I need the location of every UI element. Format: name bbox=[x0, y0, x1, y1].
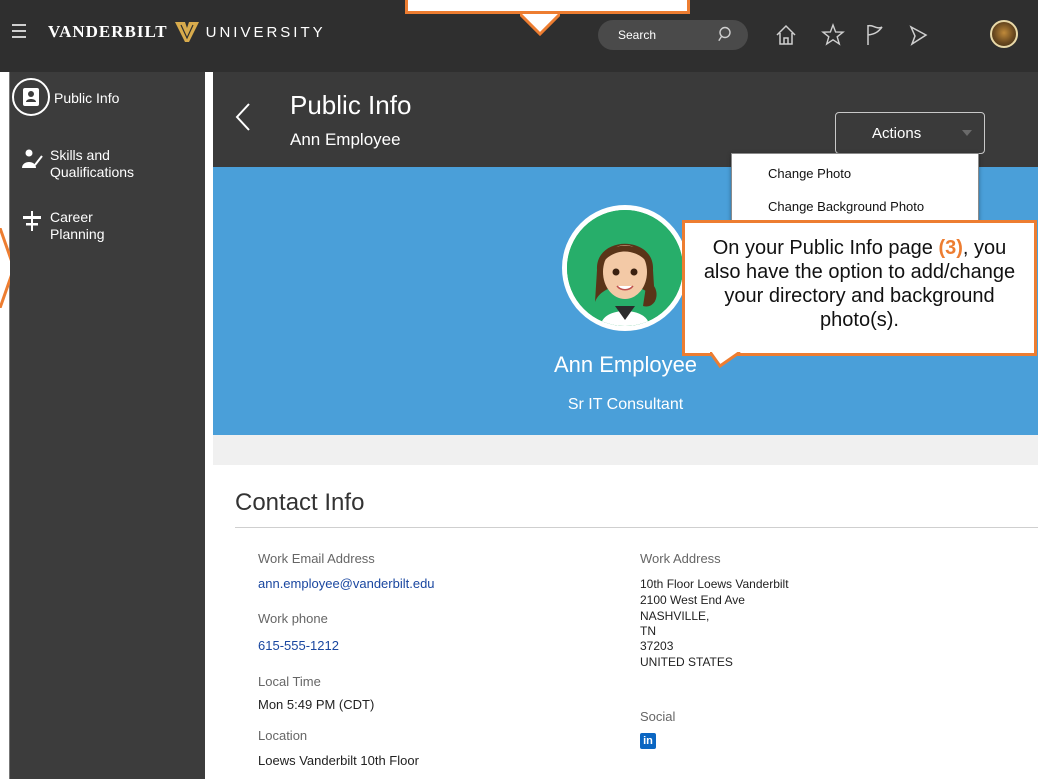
sidebar-item-career[interactable]: Career Planning bbox=[10, 209, 130, 243]
callout-step-number: (3) bbox=[938, 237, 963, 259]
search-icon[interactable] bbox=[718, 26, 734, 42]
section-gap bbox=[213, 435, 1038, 465]
sidebar-item-label: Public Info bbox=[54, 90, 120, 106]
search-placeholder: Search bbox=[618, 28, 657, 42]
sidebar-item-label: Skills and Qualifications bbox=[50, 147, 135, 180]
social-label: Social bbox=[640, 709, 676, 724]
user-avatar[interactable] bbox=[990, 20, 1018, 48]
callout-pointer-icon bbox=[520, 14, 560, 36]
sidebar-item-skills[interactable]: Skills and Qualifications bbox=[10, 147, 140, 181]
signpost-icon bbox=[23, 211, 41, 231]
home-icon[interactable] bbox=[773, 22, 799, 48]
work-phone-label: Work phone bbox=[258, 611, 328, 626]
menu-item-change-photo[interactable]: Change Photo bbox=[768, 166, 851, 181]
instruction-callout: On your Public Info page (3), you also h… bbox=[682, 220, 1037, 356]
work-address-label: Work Address bbox=[640, 551, 721, 566]
callout-tail-icon bbox=[710, 352, 741, 368]
address-line: NASHVILLE, bbox=[640, 609, 710, 623]
actions-dropdown-menu: Change Photo Change Background Photo bbox=[731, 153, 979, 223]
divider bbox=[235, 527, 1038, 528]
location-value: Loews Vanderbilt 10th Floor bbox=[258, 753, 419, 768]
contact-info-heading: Contact Info bbox=[235, 489, 365, 516]
address-line: 10th Floor Loews Vanderbilt bbox=[640, 577, 789, 591]
local-time-value: Mon 5:49 PM (CDT) bbox=[258, 697, 375, 712]
address-line: 2100 West End Ave bbox=[640, 593, 745, 607]
favorites-star-icon[interactable] bbox=[820, 22, 846, 48]
left-edge-panel bbox=[0, 72, 10, 779]
badge-icon bbox=[12, 78, 50, 116]
linkedin-icon[interactable]: in bbox=[640, 733, 656, 749]
university-logo[interactable]: VANDERBILT UNIVERSITY bbox=[48, 20, 326, 44]
work-phone-link[interactable]: 615-555-1212 bbox=[258, 639, 339, 653]
vanderbilt-v-icon bbox=[174, 22, 199, 42]
callout-text-start: On your Public Info page bbox=[712, 237, 939, 259]
page-subtitle: Ann Employee bbox=[290, 130, 401, 149]
address-line: UNITED STATES bbox=[640, 655, 733, 669]
page-title: Public Info bbox=[290, 90, 412, 120]
address-line: TN bbox=[640, 624, 656, 638]
caret-down-icon bbox=[962, 130, 972, 136]
sidebar-item-public-info[interactable]: Public Info bbox=[10, 78, 119, 116]
menu-item-change-background-photo[interactable]: Change Background Photo bbox=[768, 199, 924, 214]
address-line: 37203 bbox=[640, 639, 674, 653]
sidebar-divider bbox=[205, 72, 213, 779]
banner-job-title: Sr IT Consultant bbox=[567, 396, 684, 413]
search-input[interactable]: Search bbox=[598, 20, 748, 50]
brand-right-text: UNIVERSITY bbox=[205, 23, 326, 41]
person-avatar-icon bbox=[567, 210, 683, 326]
actions-label: Actions bbox=[872, 124, 922, 142]
sidebar-item-label: Career Planning bbox=[50, 209, 105, 242]
profile-photo[interactable] bbox=[562, 205, 688, 331]
local-time-label: Local Time bbox=[258, 674, 321, 689]
back-chevron-icon[interactable] bbox=[235, 102, 251, 132]
contact-info-section: Contact Info Work Email Address ann.empl… bbox=[213, 465, 1038, 779]
brand-left-text: VANDERBILT bbox=[48, 22, 168, 41]
flag-icon[interactable] bbox=[862, 22, 888, 48]
skills-icon bbox=[22, 149, 43, 168]
sidebar: Public Info Skills and Qualifications Ca… bbox=[10, 72, 205, 779]
navbar-compass-icon[interactable] bbox=[905, 22, 931, 48]
work-email-link[interactable]: ann.employee@vanderbilt.edu bbox=[258, 577, 435, 591]
hamburger-menu-icon[interactable] bbox=[12, 24, 26, 38]
top-callout-fragment bbox=[405, 0, 690, 14]
actions-button[interactable]: Actions bbox=[835, 112, 985, 154]
location-label: Location bbox=[258, 728, 308, 743]
work-email-label: Work Email Address bbox=[258, 551, 375, 566]
